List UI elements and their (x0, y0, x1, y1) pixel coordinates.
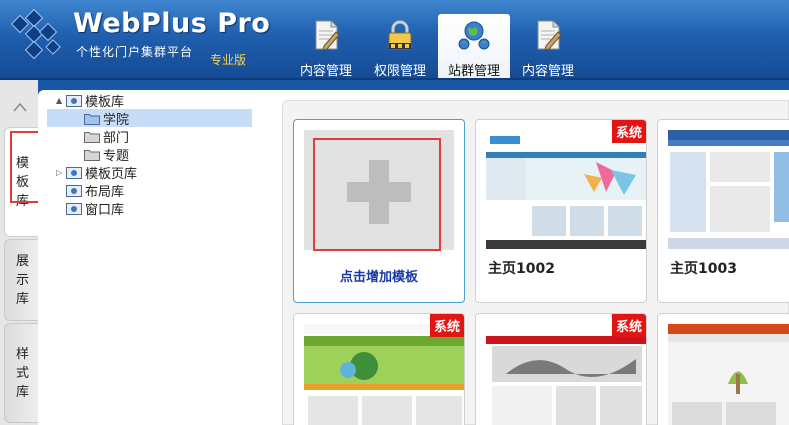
library-folder-icon (66, 184, 82, 197)
add-template-label[interactable]: 点击增加模板 (294, 266, 464, 285)
nav-label: 站群管理 (447, 64, 500, 79)
tree-item-label: 学院 (103, 112, 130, 128)
tree-item-college[interactable]: 学院 (84, 109, 130, 128)
side-tab-display-library[interactable]: 展示库 (4, 239, 40, 321)
template-preview-image (486, 324, 646, 425)
nav-content-management-2[interactable]: 内容管理 (512, 14, 584, 80)
template-preview-image (668, 130, 789, 249)
nav-site-group-management[interactable]: 站群管理 (438, 14, 510, 80)
tree-item-window-library[interactable]: 窗口库 (66, 199, 125, 218)
tree-item-layout-library[interactable]: 布局库 (66, 181, 125, 200)
document-edit-icon (537, 20, 562, 51)
template-card[interactable]: 系统 (293, 313, 465, 425)
brand-tagline: 个性化门户集群平台 (76, 45, 194, 59)
tree-item-label: 窗口库 (85, 202, 125, 218)
scroll-up-arrow-icon[interactable] (12, 100, 28, 116)
template-preview-image (668, 324, 789, 425)
folder-icon (84, 149, 100, 161)
template-card[interactable] (657, 313, 789, 425)
tree-selection-highlight (47, 109, 252, 127)
nav-label: 权限管理 (373, 64, 426, 79)
library-folder-icon (66, 94, 82, 107)
edition-label: 专业版 (210, 53, 247, 67)
template-thumbnail (304, 324, 464, 425)
template-card[interactable]: 系统 主页1002 (475, 119, 647, 303)
document-edit-icon (315, 20, 340, 51)
template-name: 主页1003 (670, 261, 737, 277)
expand-icon[interactable]: ▷ (56, 168, 66, 177)
brand-name: WebPlus Pro (73, 8, 271, 39)
template-card[interactable]: 系统 (475, 313, 647, 425)
tree-item-template-library[interactable]: ▲ 模板库 (56, 91, 125, 110)
highlight-box (313, 138, 441, 251)
main-nav: 内容管理 权限管理 站群管理 内容管理 (290, 14, 586, 80)
template-card[interactable]: 主页1003 (657, 119, 789, 303)
webplus-logo-icon (10, 8, 61, 60)
tree-item-label: 模板库 (85, 94, 125, 110)
collapse-icon[interactable]: ▲ (56, 96, 66, 105)
tree-item-label: 专题 (103, 148, 130, 164)
tree-item-label: 模板页库 (85, 166, 138, 182)
side-tab-style-library[interactable]: 样式库 (4, 323, 40, 423)
template-thumbnail (668, 130, 789, 249)
app-header: WebPlus Pro 个性化门户集群平台 专业版 内容管理 权限管理 站群管理… (0, 0, 789, 80)
tree-item-department[interactable]: 部门 (84, 127, 130, 146)
template-tree-panel (38, 90, 272, 425)
template-thumbnail (668, 324, 789, 425)
lock-icon (388, 20, 412, 50)
system-badge: 系统 (611, 120, 646, 143)
tree-item-topic[interactable]: 专题 (84, 145, 130, 164)
template-thumbnail (486, 130, 646, 249)
nav-content-management[interactable]: 内容管理 (290, 14, 362, 80)
library-folder-icon (66, 166, 82, 179)
folder-icon (84, 131, 100, 143)
nav-label: 内容管理 (521, 64, 574, 79)
nav-label: 内容管理 (299, 64, 352, 79)
nav-permission-management[interactable]: 权限管理 (364, 14, 436, 80)
side-tab-label: 样式库 (15, 346, 29, 400)
template-preview-image (304, 324, 464, 425)
tree-item-page-template-library[interactable]: ▷ 模板页库 (56, 163, 138, 182)
system-badge: 系统 (429, 314, 464, 337)
side-tab-label: 展示库 (15, 253, 29, 307)
tree-item-label: 部门 (103, 130, 130, 146)
system-badge: 系统 (611, 314, 646, 337)
tree-item-label: 布局库 (85, 184, 125, 200)
folder-open-icon (84, 113, 100, 125)
globe-network-icon (458, 21, 490, 50)
template-thumbnail (486, 324, 646, 425)
library-folder-icon (66, 202, 82, 215)
template-preview-image (486, 130, 646, 249)
template-name: 主页1002 (488, 261, 555, 277)
